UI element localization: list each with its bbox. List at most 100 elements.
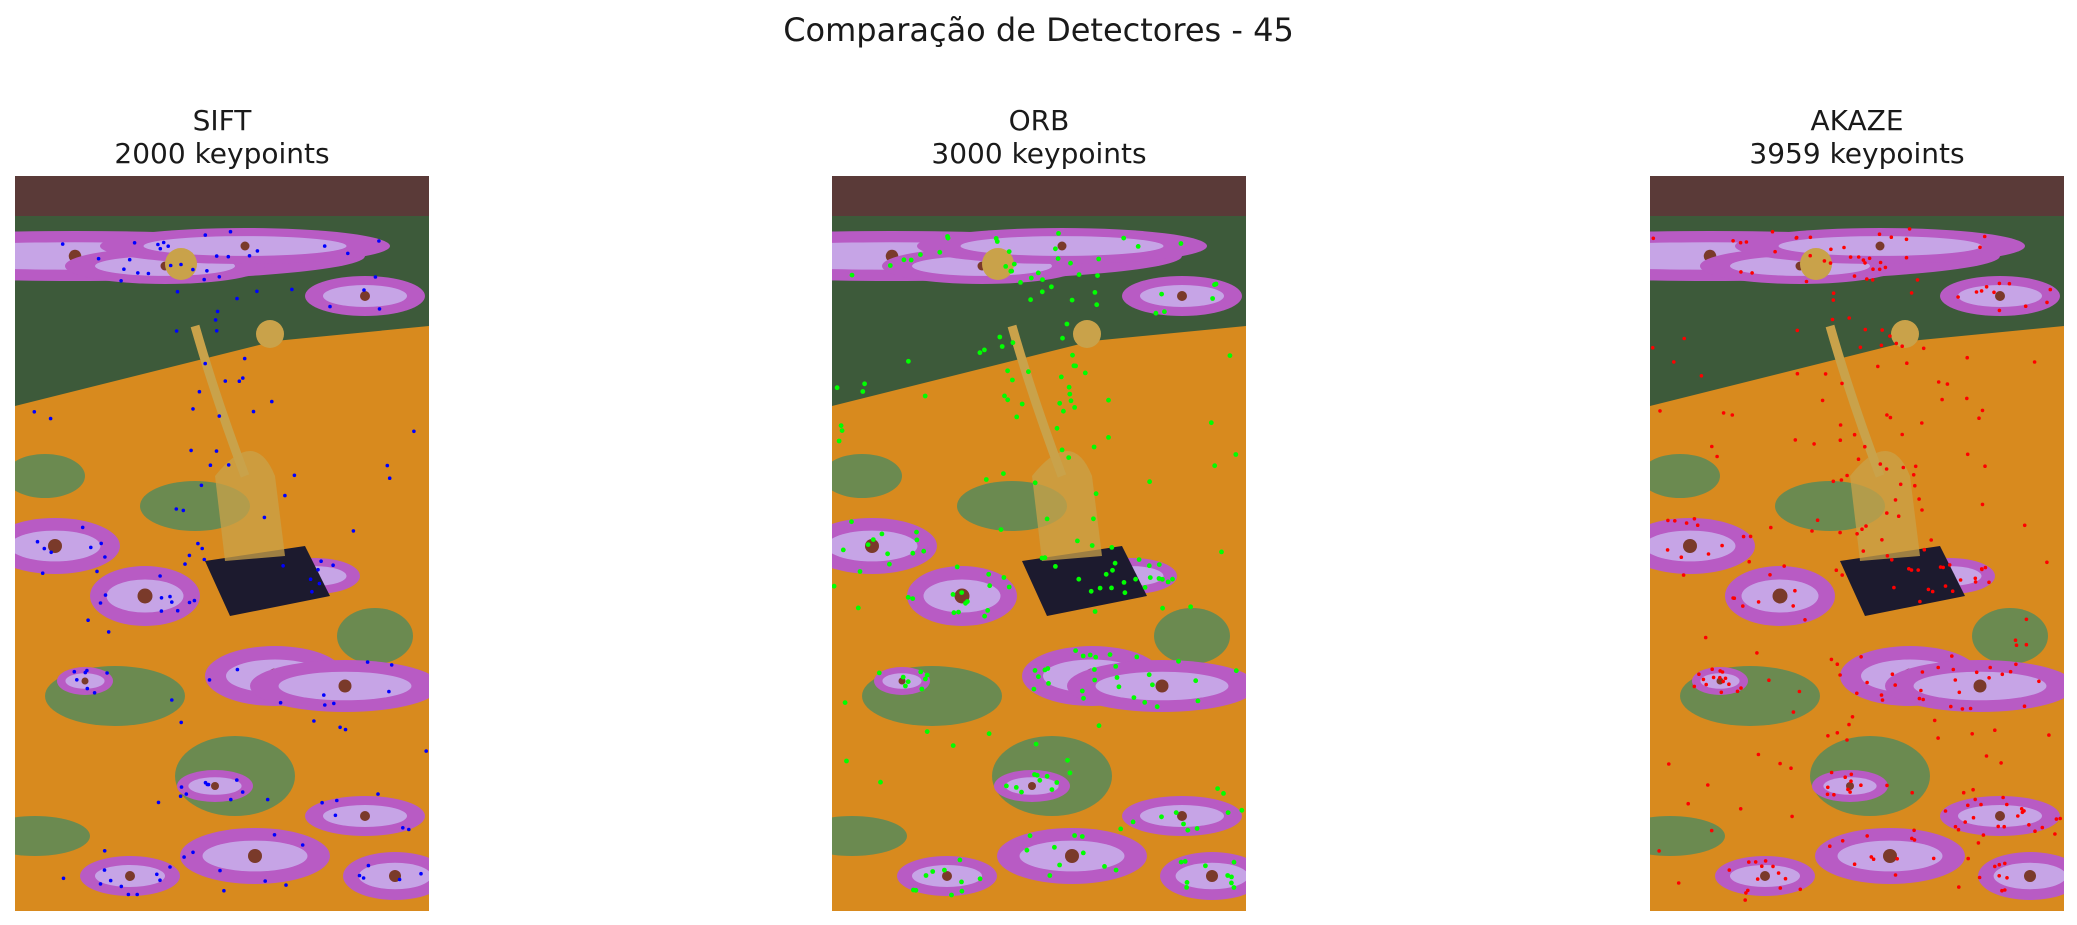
keypoint	[1965, 355, 1969, 360]
keypoint	[1974, 290, 1979, 294]
keypoint	[1037, 777, 1043, 783]
keypoint	[1861, 258, 1866, 262]
keypoint	[849, 272, 855, 278]
keypoint	[1053, 246, 1058, 252]
keypoint	[1756, 600, 1761, 604]
keypoint	[1110, 567, 1115, 573]
keypoint	[1830, 317, 1835, 322]
keypoint	[136, 271, 140, 275]
keypoint	[1076, 272, 1082, 277]
keypoint	[1963, 820, 1967, 824]
keypoint	[1977, 416, 1981, 420]
keypoint	[1673, 519, 1677, 523]
keypoint	[373, 275, 378, 279]
keypoint	[1176, 658, 1181, 664]
keypoint	[1940, 397, 1944, 402]
keypoint	[1743, 898, 1747, 902]
keypoint	[1750, 271, 1754, 275]
keypoint	[283, 493, 287, 498]
keypoint	[1034, 772, 1040, 778]
keypoint	[1867, 256, 1872, 261]
flower	[1122, 276, 1242, 316]
keypoint	[1067, 391, 1073, 397]
keypoint	[1848, 255, 1853, 259]
keypoint	[986, 731, 992, 737]
keypoint	[85, 668, 89, 673]
keypoint	[840, 547, 846, 553]
keypoint	[1850, 715, 1855, 719]
flower	[1725, 566, 1835, 626]
keypoint	[1755, 651, 1759, 655]
keypoint	[366, 863, 371, 868]
keypoint	[1113, 664, 1119, 669]
keypoint	[987, 583, 993, 589]
keypoint	[911, 887, 916, 893]
photo-keypoints-akaze	[1650, 176, 2064, 911]
keypoint	[1912, 838, 1917, 842]
keypoint	[1859, 655, 1863, 659]
keypoint	[1855, 691, 1859, 696]
keypoint	[865, 542, 871, 547]
keypoint	[1089, 543, 1095, 548]
keypoint	[1210, 296, 1215, 301]
keypoint	[1001, 575, 1007, 580]
keypoint	[1133, 576, 1138, 582]
keypoint	[272, 833, 277, 837]
keypoint	[1112, 560, 1118, 566]
keypoint	[1092, 609, 1098, 614]
keypoint	[924, 672, 930, 678]
keypoint	[950, 743, 956, 748]
keypoint	[1973, 580, 1978, 584]
keypoint	[1979, 802, 1983, 807]
keypoint	[1135, 244, 1141, 249]
keypoint	[387, 689, 391, 694]
keypoint	[119, 884, 124, 889]
keypoint	[1916, 568, 1920, 572]
keypoint	[1665, 548, 1670, 552]
keypoint	[1956, 295, 1960, 299]
keypoint	[1968, 706, 1973, 711]
keypoint	[1950, 654, 1954, 658]
keypoint	[1147, 479, 1152, 485]
keypoint	[1921, 346, 1926, 351]
keypoint	[1715, 454, 1719, 459]
keypoint	[202, 557, 207, 562]
keypoint	[2045, 560, 2049, 565]
keypoint	[1028, 297, 1033, 303]
keypoint	[1987, 676, 1991, 680]
keypoint	[1888, 415, 1893, 420]
keypoint	[908, 257, 914, 263]
keypoint	[1704, 682, 1708, 687]
keypoint	[1031, 686, 1037, 692]
keypoint	[2058, 816, 2062, 821]
keypoint	[1929, 538, 1933, 542]
keypoint	[834, 385, 840, 391]
keypoint	[199, 483, 204, 488]
keypoint	[1976, 841, 1981, 845]
keypoint	[1102, 864, 1107, 869]
keypoint	[1865, 277, 1869, 281]
keypoint	[982, 347, 987, 353]
keypoint	[2040, 825, 2045, 830]
keypoint	[1855, 532, 1859, 536]
keypoint	[1832, 792, 1836, 797]
keypoint	[174, 329, 179, 333]
keypoint	[242, 356, 247, 361]
keypoint	[1114, 675, 1120, 680]
keypoint	[1231, 885, 1237, 890]
keypoint	[2053, 832, 2057, 836]
keypoint	[2024, 617, 2029, 622]
keypoint	[1032, 480, 1038, 486]
keypoint	[1068, 260, 1073, 266]
keypoint	[192, 598, 197, 603]
keypoint	[40, 571, 45, 575]
keypoint	[1159, 814, 1164, 820]
keypoint	[1905, 361, 1909, 365]
flower-center	[1155, 679, 1169, 693]
flower-center	[338, 679, 352, 693]
keypoint	[1892, 585, 1896, 590]
keypoint	[1941, 565, 1945, 570]
keypoint	[308, 577, 313, 581]
keypoint	[323, 703, 327, 707]
keypoint	[1092, 677, 1098, 683]
